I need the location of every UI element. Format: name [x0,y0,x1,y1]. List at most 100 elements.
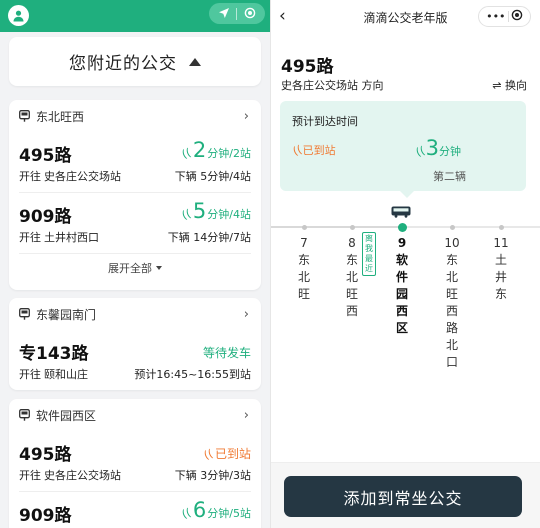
next-bus: 下辆 5分钟/4站 [174,170,251,183]
signal-wave-icon: (( [202,446,215,463]
bottom-bar: 添加到常坐公交 [271,462,540,528]
next-bus: 下辆 3分钟/3站 [174,469,251,482]
stop-column[interactable]: 11 土井东 [493,235,509,303]
expand-label: 展开全部 [108,262,152,275]
stop-column[interactable]: 8 东北旺西 [345,235,359,320]
stop-card: 东北旺西 › 495路 开往 史各庄公交场站 ((2 分钟/2站 下辆 5分钟/4站… [9,100,261,290]
pointer-notch [400,191,414,198]
chevron-right-icon: › [243,307,249,322]
stop-dot [499,225,504,230]
bus-stop-icon [19,110,30,122]
route-detail-panel: ‹ 滴滴公交老年版 ••• 495路 史各庄公交场站 方向 ⇌ 换向 预计到达时… [270,0,540,528]
route-number: 495路 [281,57,334,77]
stop-name-char: 土 [494,253,507,267]
stop-name-char: 口 [445,355,458,369]
route-name: 495路 [19,445,72,465]
stop-name-char: 井 [494,270,507,284]
route-direction: 开往 土井村西口 [19,231,99,244]
first-bus-arrived: ((已到站 [291,142,336,159]
nearby-bus-toggle[interactable]: 您附近的公交 [9,37,261,86]
stop-name-char: 北 [445,338,458,352]
nav-bar: ‹ 滴滴公交老年版 ••• [271,0,540,34]
stop-dot [302,225,307,230]
stop-name-char: 西 [445,304,458,318]
route-direction: 史各庄公交场站 方向 [281,79,384,92]
route-direction: 开往 史各庄公交场站 [19,170,121,183]
stop-header[interactable]: 软件园西区 › [9,399,261,431]
capsule-divider [236,7,238,20]
current-stop-dot [398,223,407,232]
target-icon[interactable] [244,4,256,23]
stop-card: 软件园西区 › 495路 开往 史各庄公交场站 ((已到站 下辆 3分钟/3站 9… [9,399,261,528]
top-bar [0,0,270,32]
route-direction: 开往 史各庄公交场站 [19,469,121,482]
route-row[interactable]: 909路 开往 土井村西口 ((5 分钟/4站 下辆 14分钟/7站 [9,193,261,253]
bus-stop-icon [19,308,30,320]
stop-name-char: 区 [395,321,408,335]
route-name: 专143路 [19,344,89,364]
stop-header[interactable]: 东北旺西 › [9,100,261,132]
stop-name-char: 东 [445,253,458,267]
stop-name-char: 旺 [445,287,458,301]
stop-number: 11 [493,236,509,250]
avatar-icon[interactable] [8,5,29,26]
collapse-triangle-icon [189,57,201,66]
nearby-bus-panel: 您附近的公交 东北旺西 › 495路 开往 史各庄公交场站 ((2 分钟/2站 下辆… [0,0,270,528]
stop-name-char: 东 [297,253,310,267]
signal-wave-icon: (( [180,505,193,522]
locate-arrow-icon[interactable] [218,4,230,23]
close-target-icon[interactable] [511,9,523,24]
expected-time: 预计16:45~16:55到站 [134,368,251,381]
stop-name-char: 旺 [297,287,310,301]
route-name: 495路 [19,146,72,166]
stop-card: 东馨园南门 › 专143路 开往 颐和山庄 等待发车 预计16:45~16:55到… [9,298,261,390]
switch-direction-button[interactable]: ⇌ 换向 [492,77,527,93]
nearby-title: 您附近的公交 [69,54,177,74]
route-line-passed [271,226,401,228]
next-bus: 下辆 14分钟/7站 [167,231,251,244]
route-name: 909路 [19,207,72,227]
stop-column[interactable]: 10 东北旺西路北口 [444,235,459,371]
eta-box: 预计到达时间 ((已到站 ((3分钟 第二辆 [280,101,526,198]
chevron-right-icon: › [243,408,249,423]
mini-program-capsule: ••• [478,6,531,27]
stop-name-char: 北 [445,270,458,284]
eta: ((6 分钟/5站 [180,498,251,522]
eta: ((2 分钟/2站 [180,138,251,162]
signal-wave-icon: (( [180,145,193,162]
stop-number: 9 [397,236,407,250]
stop-name-char: 东 [345,253,358,267]
route-row[interactable]: 495路 开往 史各庄公交场站 ((2 分钟/2站 下辆 5分钟/4站 [9,132,261,192]
stop-dot [350,225,355,230]
route-row[interactable]: 909路 ((6 分钟/5站 [9,492,261,528]
bus-icon [391,206,411,218]
more-icon[interactable]: ••• [486,10,505,23]
nearest-stop-tag: 离我最近 [362,232,376,276]
expand-all-button[interactable]: 展开全部 [9,254,261,282]
stop-name: 软件园西区 [36,408,97,423]
location-capsule [209,3,265,24]
stop-dot [450,225,455,230]
caret-down-icon [156,266,162,270]
stop-name-char: 软 [395,253,408,267]
route-name: 909路 [19,506,72,526]
stop-column[interactable]: 9 软件园西区 [395,235,409,337]
add-favorite-route-button[interactable]: 添加到常坐公交 [284,476,522,517]
stop-name-char: 件 [395,270,408,284]
route-row[interactable]: 495路 开往 史各庄公交场站 ((已到站 下辆 3分钟/3站 [9,431,261,491]
stop-name-char: 旺 [345,287,358,301]
stop-column[interactable]: 7 东北旺 [297,235,311,303]
stop-number: 7 [300,236,308,250]
stop-name: 东馨园南门 [36,307,97,322]
route-row[interactable]: 专143路 开往 颐和山庄 等待发车 预计16:45~16:55到站 [9,330,261,390]
stop-name: 东北旺西 [36,109,85,124]
status-arrived: ((已到站 [202,446,251,463]
second-bus-label: 第二辆 [433,170,466,183]
stop-name-char: 北 [345,270,358,284]
route-direction: 开往 颐和山庄 [19,368,88,381]
stop-name-char: 北 [297,270,310,284]
signal-wave-icon: (( [180,206,193,223]
stop-header[interactable]: 东馨园南门 › [9,298,261,330]
eta-label: 预计到达时间 [292,115,358,128]
second-bus-eta: ((3分钟 [414,136,461,160]
